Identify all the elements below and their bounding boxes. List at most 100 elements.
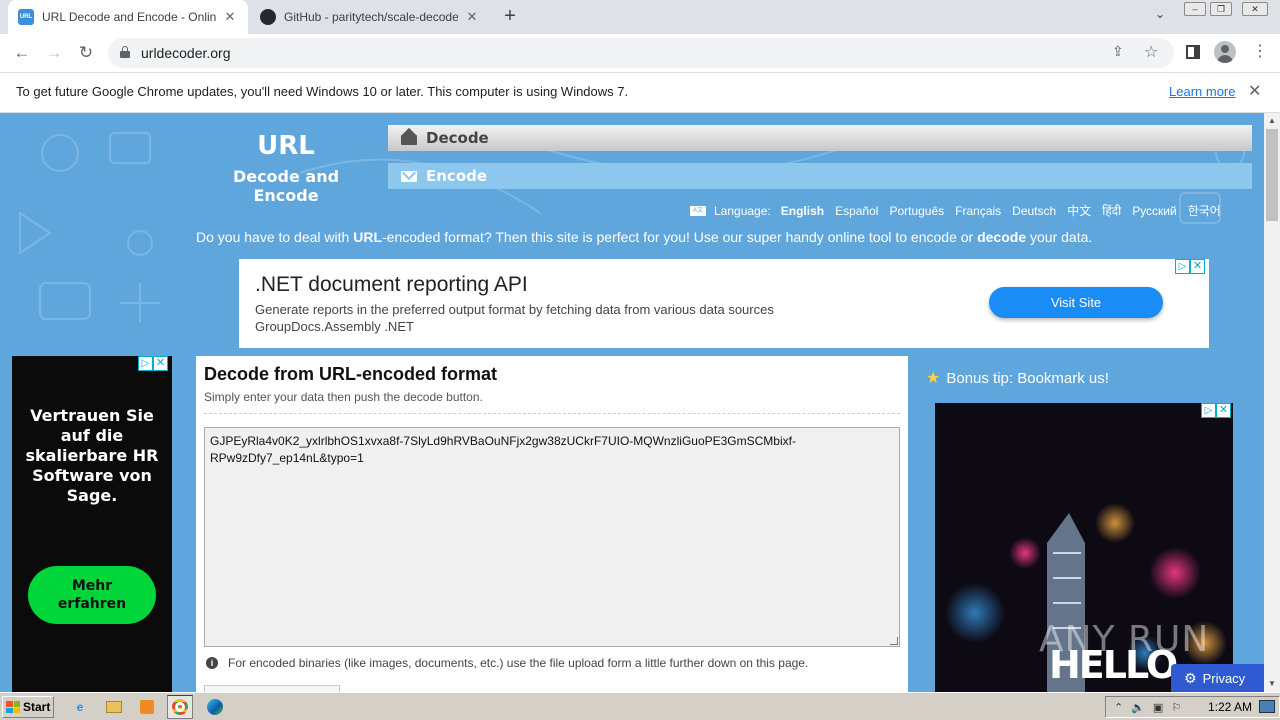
textarea-resize-handle[interactable] [890, 637, 898, 645]
ad-close-icon[interactable]: ✕ [1216, 403, 1231, 418]
close-tab-icon[interactable]: ✕ [464, 9, 480, 25]
back-arrow-icon[interactable]: ← [10, 41, 34, 65]
nav-decode-tab[interactable]: Decode [388, 125, 1252, 151]
file-explorer-icon[interactable] [104, 697, 124, 717]
chrome-menu-icon[interactable]: ⋮ [1252, 42, 1268, 62]
language-portugues[interactable]: Português [889, 204, 944, 218]
language-flag-icon: A文 [690, 205, 706, 216]
scroll-down-icon[interactable]: ▼ [1264, 676, 1280, 692]
nav-decode-label: Decode [426, 129, 489, 147]
note-text: For encoded binaries (like images, docum… [228, 656, 809, 670]
site-logo-url[interactable]: URL [200, 131, 372, 161]
banner-ad[interactable]: .NET document reporting API Generate rep… [239, 259, 1209, 348]
binary-upload-note: i For encoded binaries (like images, doc… [206, 656, 808, 670]
new-tab-button[interactable]: + [498, 5, 522, 29]
cta-line: erfahren [57, 596, 127, 612]
divider [204, 413, 900, 414]
ad-overlay-text: HELLO [1049, 643, 1178, 687]
tab-search-chevron-icon[interactable]: ⌄ [1150, 7, 1170, 27]
site-tagline: Do you have to deal with URL-encoded for… [196, 229, 1092, 245]
language-chinese[interactable]: 中文 [1067, 202, 1091, 219]
nav-encode-label: Encode [426, 167, 488, 185]
share-icon[interactable]: ⇪ [1112, 43, 1124, 60]
right-image-ad[interactable]: ANY RUN HELLO ▷ ✕ [935, 403, 1233, 692]
scroll-up-icon[interactable]: ▲ [1264, 113, 1280, 129]
urldecoder-favicon-icon: URL [18, 9, 34, 25]
edge-icon[interactable] [205, 697, 225, 717]
lock-icon[interactable] [120, 46, 130, 58]
language-espanol[interactable]: Español [835, 204, 878, 218]
ad-visit-site-button[interactable]: Visit Site [989, 287, 1163, 318]
infobar-message: To get future Google Chrome updates, you… [16, 84, 629, 99]
ad-left-cta-button[interactable]: Mehr erfahren [28, 566, 156, 624]
language-selector: A文 Language: English Español Português F… [690, 202, 1221, 219]
minimize-window-icon[interactable]: – [1184, 2, 1206, 16]
bonus-tip: ★ Bonus tip: Bookmark us! [926, 368, 1109, 388]
star-icon: ★ [926, 370, 941, 387]
decode-input-textarea[interactable] [204, 427, 900, 647]
privacy-button[interactable]: ⚙ Privacy [1171, 664, 1264, 692]
media-player-icon[interactable] [137, 697, 157, 717]
page-scrollbar[interactable]: ▲ ▼ [1264, 113, 1280, 692]
ad-description: Generate reports in the preferred output… [255, 302, 774, 317]
bonus-tip-text: Bonus tip: Bookmark us! [946, 369, 1109, 387]
ad-info-icon[interactable]: ▷ [1175, 259, 1190, 274]
tray-expand-icon[interactable]: ⌃ [1114, 701, 1123, 714]
cta-line: Mehr [71, 578, 113, 594]
privacy-label: Privacy [1202, 670, 1246, 686]
decode-subheading: Simply enter your data then push the dec… [204, 390, 483, 404]
tab-urldecoder[interactable]: URL URL Decode and Encode - Online ✕ [8, 0, 248, 34]
envelope-open-icon [400, 127, 418, 146]
ad-close-icon[interactable]: ✕ [1190, 259, 1205, 274]
language-korean[interactable]: 한국어 [1188, 202, 1221, 219]
start-button[interactable]: Start [2, 696, 54, 718]
tab-github[interactable]: GitHub - paritytech/scale-decode: Dec ✕ [250, 0, 490, 34]
gear-icon: ⚙ [1184, 669, 1197, 686]
ad-info-icon[interactable]: ▷ [138, 356, 153, 371]
volume-icon[interactable]: 🔈 [1131, 701, 1145, 714]
reload-icon[interactable]: ↻ [74, 41, 98, 65]
language-russian[interactable]: Русский [1132, 204, 1177, 218]
ad-choices[interactable]: ▷ ✕ [1175, 259, 1205, 274]
site-logo-subtitle[interactable]: Decode and Encode [198, 167, 374, 205]
ad-choices[interactable]: ▷ ✕ [1201, 403, 1231, 418]
envelope-closed-icon [400, 165, 418, 184]
bookmark-star-icon[interactable]: ☆ [1144, 42, 1158, 62]
network-icon[interactable]: ▣ [1153, 701, 1163, 714]
internet-explorer-icon[interactable]: e [70, 697, 90, 717]
side-panel-icon[interactable] [1186, 45, 1200, 59]
ad-choices[interactable]: ▷ ✕ [138, 356, 168, 371]
close-infobar-icon[interactable]: ✕ [1248, 81, 1261, 101]
close-tab-icon[interactable]: ✕ [222, 9, 238, 25]
ad-close-icon[interactable]: ✕ [153, 356, 168, 371]
ad-headline[interactable]: .NET document reporting API [255, 273, 528, 297]
language-hindi[interactable]: हिंदी [1102, 202, 1121, 219]
tab-title: URL Decode and Encode - Online [42, 10, 216, 24]
language-label: Language: [714, 203, 771, 218]
chrome-taskbar-icon[interactable] [167, 695, 193, 719]
decode-panel: Decode from URL-encoded format Simply en… [196, 356, 908, 692]
start-label: Start [23, 700, 51, 714]
language-deutsch[interactable]: Deutsch [1012, 204, 1056, 218]
language-english[interactable]: English [781, 204, 824, 218]
left-skyscraper-ad[interactable]: ▷ ✕ Vertrauen Sie auf die skalierbare HR … [12, 356, 172, 692]
tab-strip: URL URL Decode and Encode - Online ✕ Git… [0, 0, 1280, 34]
address-url[interactable]: urldecoder.org [141, 45, 231, 61]
learn-more-link[interactable]: Learn more [1169, 84, 1235, 99]
close-window-icon[interactable]: ✕ [1242, 2, 1268, 16]
ad-info-icon[interactable]: ▷ [1201, 403, 1216, 418]
profile-avatar-icon[interactable] [1214, 41, 1236, 63]
ad-advertiser: GroupDocs.Assembly .NET [255, 319, 414, 334]
forward-arrow-icon[interactable]: → [42, 41, 66, 65]
tab-title: GitHub - paritytech/scale-decode: Dec [284, 10, 458, 24]
language-francais[interactable]: Français [955, 204, 1001, 218]
restore-window-icon[interactable]: ❐ [1210, 2, 1232, 16]
show-desktop-icon[interactable] [1259, 700, 1275, 713]
update-infobar: To get future Google Chrome updates, you… [0, 72, 1280, 113]
nav-encode-tab[interactable]: Encode [388, 163, 1252, 189]
taskbar-clock[interactable]: 1:22 AM [1208, 700, 1252, 714]
scrollbar-thumb[interactable] [1266, 129, 1278, 221]
action-center-flag-icon[interactable]: ⚐ [1171, 701, 1181, 714]
options-dropdown[interactable] [204, 685, 340, 692]
address-bar[interactable]: urldecoder.org ⇪ ☆ [108, 38, 1174, 68]
